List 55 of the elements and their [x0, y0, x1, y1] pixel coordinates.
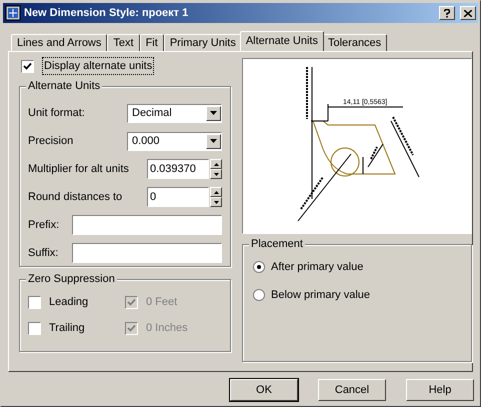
checkbox[interactable] — [28, 296, 41, 308]
checkmark-icon — [127, 298, 136, 306]
text-field[interactable] — [72, 243, 222, 263]
up-arrow-icon — [214, 190, 218, 194]
checkmark-icon — [127, 324, 136, 332]
radio-label: After primary value — [271, 260, 364, 275]
field-label: Precision — [28, 134, 74, 149]
dialog-button[interactable]: OK — [230, 379, 298, 401]
close-button[interactable] — [460, 6, 476, 20]
radio-button[interactable] — [253, 261, 265, 273]
close-icon — [464, 10, 472, 16]
group-title: Zero Suppression — [26, 272, 117, 286]
dialog-button[interactable]: Help — [406, 379, 474, 401]
dialog-button[interactable]: Cancel — [318, 379, 386, 401]
help-button[interactable] — [439, 6, 455, 20]
spin-up-button[interactable] — [210, 187, 222, 197]
tab[interactable]: Primary Units — [164, 34, 242, 51]
tab[interactable]: Fit — [140, 34, 164, 51]
field-label: Unit format: — [28, 106, 86, 121]
dropdown-button[interactable] — [206, 134, 221, 148]
checkbox-label: 0 Inches — [146, 320, 188, 336]
app-icon — [5, 5, 21, 21]
question-mark-icon — [444, 8, 450, 18]
checkbox-label: Display alternate units — [42, 56, 154, 76]
radio-button[interactable] — [253, 289, 265, 301]
down-arrow-icon — [214, 200, 218, 204]
dropdown-button[interactable] — [206, 106, 221, 120]
number-field[interactable]: 0.039370 — [147, 159, 209, 179]
caret-icon — [210, 139, 217, 143]
checkmark-icon — [23, 62, 32, 70]
tab[interactable]: Tolerances — [322, 34, 388, 51]
dropdown[interactable]: Decimal — [127, 104, 222, 122]
dropdown[interactable]: 0.000 — [127, 132, 222, 150]
spin-down-button[interactable] — [210, 197, 222, 207]
field-label: Round distances to — [28, 190, 124, 205]
checkbox-label: 0 Feet — [146, 294, 178, 310]
down-arrow-icon — [214, 172, 218, 176]
tab[interactable]: Alternate Units — [240, 31, 324, 51]
checkbox[interactable] — [28, 322, 41, 334]
field-label: Suffix: — [28, 246, 60, 261]
tab[interactable]: Lines and Arrows — [11, 34, 108, 51]
checkbox-label: Leading — [49, 294, 88, 310]
number-field[interactable]: 0 — [147, 187, 209, 207]
tab[interactable]: Text — [107, 34, 140, 51]
checkbox[interactable] — [21, 60, 34, 72]
text-field[interactable] — [72, 215, 222, 235]
up-arrow-icon — [214, 162, 218, 166]
window-title: New Dimension Style: проект 1 — [24, 6, 190, 21]
field-label: Multiplier for alt units — [28, 162, 130, 177]
spin-up-button[interactable] — [210, 159, 222, 169]
radio-label: Below primary value — [271, 288, 370, 303]
caret-icon — [210, 111, 217, 115]
spin-down-button[interactable] — [210, 169, 222, 179]
field-label: Prefix: — [28, 218, 60, 233]
checkbox-label: Trailing — [49, 320, 85, 336]
